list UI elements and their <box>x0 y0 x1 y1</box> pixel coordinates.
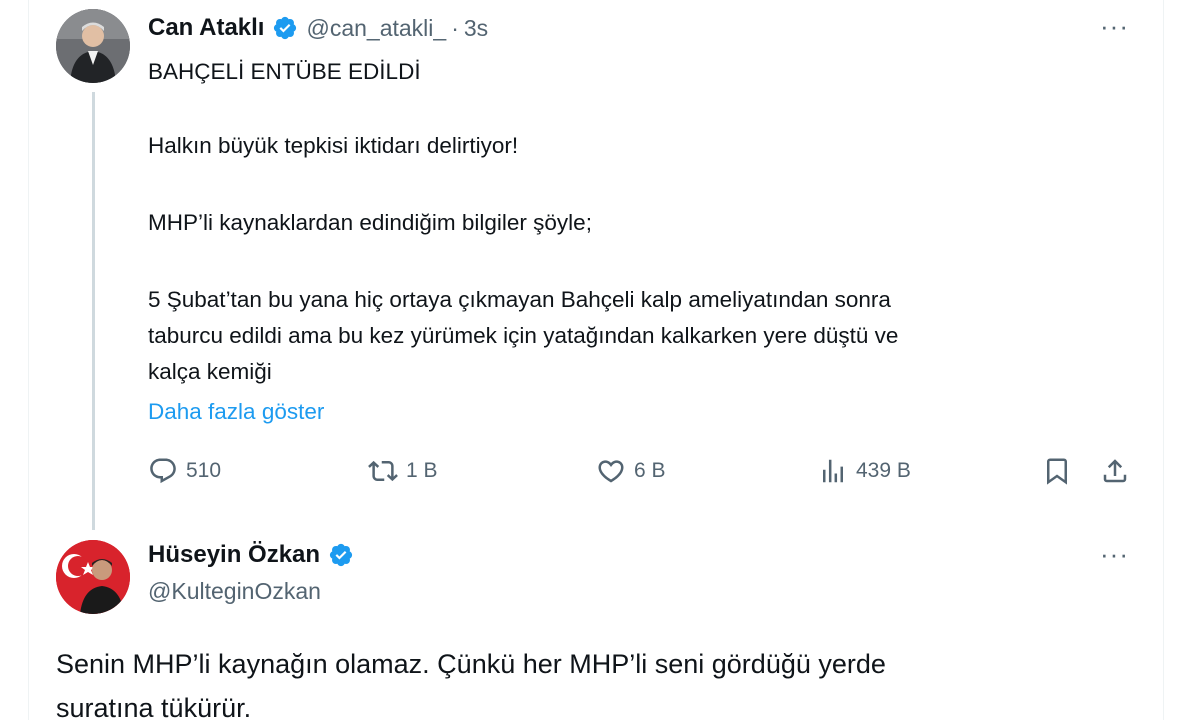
retweet-button[interactable]: 1 B <box>368 456 438 486</box>
tweet-timestamp[interactable]: 3s <box>464 15 488 42</box>
share-button[interactable] <box>1100 456 1130 486</box>
reply-text-line: Senin MHP’li kaynağın olamaz. Çünkü her … <box>56 649 886 679</box>
author-name[interactable]: Hüseyin Özkan <box>148 541 320 569</box>
verified-badge-icon <box>272 15 298 41</box>
avatar-can-atakli[interactable] <box>56 9 130 83</box>
reply-icon <box>150 458 176 484</box>
author-name[interactable]: Can Ataklı <box>148 14 264 42</box>
tweet-text-line: MHP’li kaynaklardan edindiğim bilgiler ş… <box>148 210 592 235</box>
verified-badge-icon <box>328 542 354 568</box>
show-more-link[interactable]: Daha fazla göster <box>148 394 324 430</box>
like-button[interactable]: 6 B <box>596 456 666 486</box>
share-icon <box>1103 459 1127 483</box>
timeline-border-right <box>1163 0 1164 720</box>
timeline-border-left <box>28 0 29 720</box>
tweet-text-line: Halkın büyük tepkisi iktidarı delirtiyor… <box>148 133 519 158</box>
tweet-header: Can Ataklı @can_atakli_ · 3s <box>148 12 488 44</box>
separator-dot: · <box>451 14 459 41</box>
tweet-text-line: BAHÇELİ ENTÜBE EDİLDİ <box>148 59 421 84</box>
bookmark-button[interactable] <box>1042 456 1072 486</box>
tweet-text-line: 5 Şubat’tan bu yana hiç ortaya çıkmayan … <box>148 287 891 312</box>
avatar-huseyin-ozkan[interactable] <box>56 540 130 614</box>
views-count: 439 B <box>856 459 911 482</box>
author-handle[interactable]: @can_atakli_ <box>306 15 446 42</box>
tweet-text-line: kalça kemiği <box>148 359 272 384</box>
reply-count: 510 <box>186 459 222 482</box>
tweet-header: Hüseyin Özkan <box>148 538 354 572</box>
thread-connector-line <box>92 92 95 530</box>
like-count: 6 B <box>634 459 666 482</box>
author-handle[interactable]: @KulteginOzkan <box>148 578 321 605</box>
heart-icon <box>598 460 624 483</box>
retweet-icon <box>368 460 398 482</box>
views-button[interactable]: 439 B <box>818 456 911 486</box>
reply-button[interactable]: 510 <box>148 456 221 486</box>
tweet-text-line: taburcu edildi ama bu kez yürümek için y… <box>148 323 899 348</box>
more-options-icon[interactable]: ··· <box>1100 541 1129 567</box>
more-options-icon[interactable]: ··· <box>1100 13 1129 39</box>
reply-text-line: suratına tükürür. <box>56 693 252 723</box>
views-bar-icon <box>823 459 843 483</box>
retweet-count: 1 B <box>406 459 438 482</box>
bookmark-icon <box>1047 458 1067 485</box>
